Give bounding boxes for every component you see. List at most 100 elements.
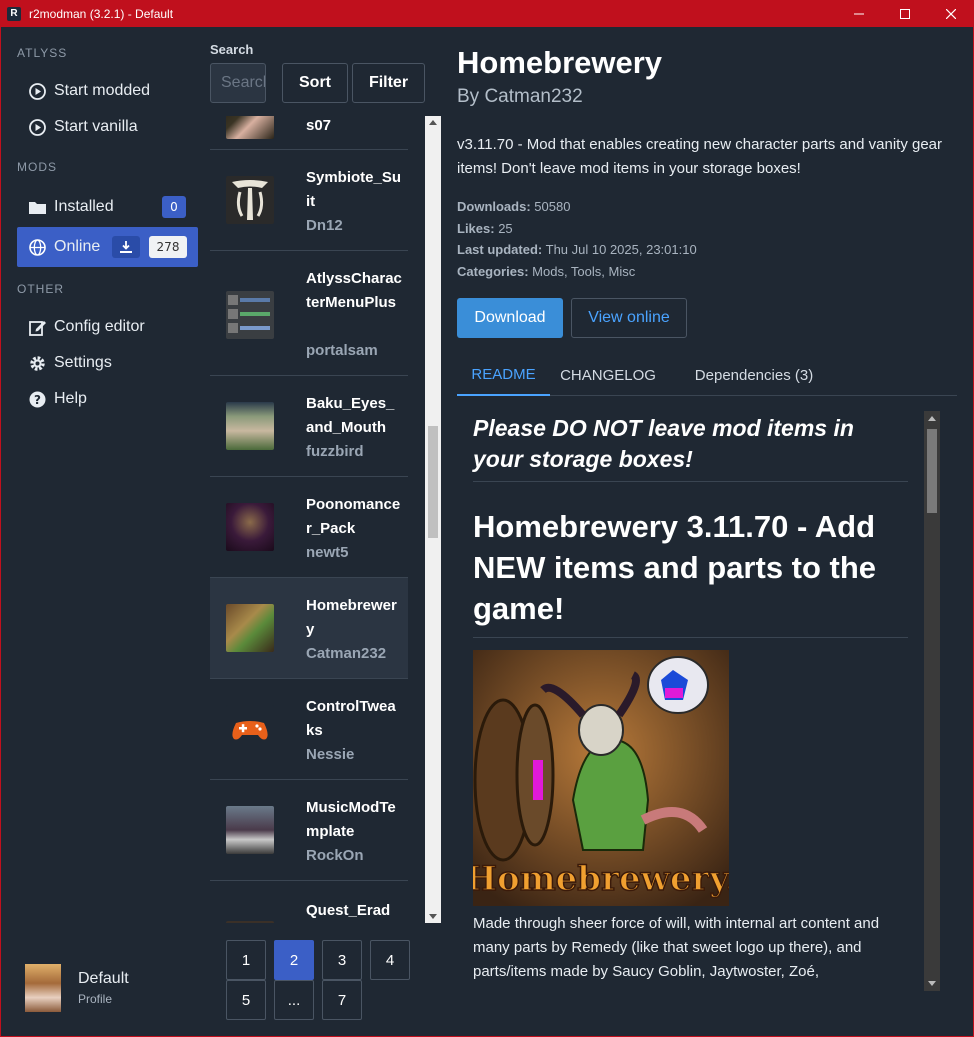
mod-list-item[interactable]: s07 (210, 116, 408, 150)
mod-list-item[interactable]: Baku_Eyes_and_Mouth fuzzbird (210, 376, 408, 477)
meta-value: Mods, Tools, Misc (532, 264, 636, 279)
mod-name: Homebrewery (306, 597, 397, 638)
maximize-button[interactable] (882, 0, 928, 27)
mod-list-item[interactable]: ControlTweaks Nessie (210, 679, 408, 780)
mod-author: RockOn (306, 847, 364, 864)
mod-thumbnail (226, 604, 274, 652)
scrollbar-thumb[interactable] (428, 426, 438, 538)
gear-icon (29, 355, 46, 372)
sidebar-item-start-vanilla[interactable]: Start vanilla (17, 107, 198, 147)
readme-content: Please DO NOT leave mod items in your st… (457, 405, 924, 995)
mod-list-scrollbar[interactable] (425, 116, 441, 923)
minimize-button[interactable] (836, 0, 882, 27)
edit-icon (29, 319, 46, 336)
sort-button[interactable]: Sort (282, 63, 348, 103)
mod-list-item-selected[interactable]: Homebrewery Catman232 (210, 578, 408, 679)
sidebar-item-label: Installed (54, 198, 114, 215)
sidebar-item-start-modded[interactable]: Start modded (17, 71, 198, 111)
download-button[interactable]: Download (457, 298, 563, 338)
tab-changelog[interactable]: CHANGELOG (553, 355, 663, 395)
readme-paragraph: Made through sheer force of will, with i… (473, 915, 880, 980)
meta-downloads: Downloads: 50580 (457, 199, 570, 214)
installed-count-badge: 0 (162, 196, 186, 218)
sidebar-item-label: Start modded (54, 82, 151, 99)
online-count-badge: 278 (149, 236, 187, 258)
scroll-up-arrow-icon[interactable] (928, 416, 936, 421)
app-icon: R (7, 6, 21, 21)
sidebar-item-label: Config editor (54, 318, 145, 335)
sidebar-item-label: Start vanilla (54, 118, 138, 135)
sidebar-item-help[interactable]: ? Help (17, 379, 198, 419)
mod-list-item[interactable]: Poonomancer_Pack newt5 (210, 477, 408, 578)
mod-thumbnail (226, 705, 274, 753)
readme-heading: Homebrewery 3.11.70 - Add NEW items and … (473, 506, 908, 638)
meta-label: Last updated: (457, 242, 543, 257)
mod-name: AtlyssCharacterMenuPlus (306, 270, 402, 311)
page-ellipsis[interactable]: ... (274, 980, 314, 1020)
mod-list-item[interactable]: MusicModTemplate RockOn (210, 780, 408, 881)
profile-avatar (25, 964, 61, 1012)
sidebar-item-config-editor[interactable]: Config editor (17, 307, 198, 347)
download-icon (112, 236, 140, 258)
tab-readme[interactable]: README (457, 355, 550, 396)
mod-list-item[interactable]: AtlyssCharacterMenuPlus portalsam (210, 251, 408, 376)
mod-author-byline: By Catman232 (457, 86, 583, 107)
page-button-2-current[interactable]: 2 (274, 940, 314, 980)
page-button-5[interactable]: 5 (226, 980, 266, 1020)
mod-thumbnail (226, 921, 274, 923)
mod-author: newt5 (306, 544, 349, 561)
mod-list: s07 Symbiote_Suit Dn12 AtlyssCharacterMe… (210, 116, 409, 923)
readme-logo-image: Homebrewery. (473, 650, 729, 906)
scroll-down-arrow-icon[interactable] (429, 914, 437, 919)
sidebar-item-settings[interactable]: Settings (17, 343, 198, 383)
mod-title: Homebrewery (457, 45, 663, 80)
mod-list-item[interactable]: Quest_Erad (210, 881, 408, 923)
meta-value: 25 (498, 221, 513, 236)
scrollbar-thumb[interactable] (927, 429, 937, 513)
page-button-4[interactable]: 4 (370, 940, 410, 980)
minimize-icon (854, 13, 864, 14)
logo-text: Homebrewery. (473, 859, 729, 899)
readme-notice: Please DO NOT leave mod items in your st… (473, 413, 908, 482)
mod-thumbnail (226, 176, 274, 224)
meta-likes: Likes: 25 (457, 221, 513, 236)
page-button-1[interactable]: 1 (226, 940, 266, 980)
profile-name: Default (78, 970, 129, 987)
page-button-7[interactable]: 7 (322, 980, 362, 1020)
mod-name: ControlTweaks (306, 698, 396, 739)
mod-name: Poonomancer_Pack (306, 496, 401, 537)
detail-tabs: README CHANGELOG Dependencies (3) (457, 355, 957, 396)
meta-value: Thu Jul 10 2025, 23:01:10 (545, 242, 697, 257)
mod-list-item[interactable]: Symbiote_Suit Dn12 (210, 150, 408, 251)
menu-preview-icon (228, 295, 270, 333)
readme-scrollbar[interactable] (924, 411, 940, 991)
search-input[interactable]: Search (210, 63, 266, 103)
scroll-up-arrow-icon[interactable] (429, 120, 437, 125)
meta-label: Downloads: (457, 199, 531, 214)
page-button-3[interactable]: 3 (322, 940, 362, 980)
globe-icon (29, 238, 46, 256)
section-label-game: ATLYSS (17, 46, 68, 60)
mod-author: Dn12 (306, 217, 343, 234)
meta-label: Categories: (457, 264, 529, 279)
mod-author: Catman232 (306, 645, 387, 662)
mod-description: v3.11.70 - Mod that enables creating new… (457, 136, 943, 177)
meta-value: 50580 (534, 199, 571, 214)
search-label: Search (210, 42, 254, 57)
close-button[interactable] (928, 0, 974, 27)
mod-author: portalsam (306, 342, 378, 359)
section-label-mods: MODS (17, 160, 57, 174)
mod-thumbnail (226, 806, 274, 854)
tab-dependencies[interactable]: Dependencies (3) (683, 355, 825, 395)
title-bar: R r2modman (3.2.1) - Default (0, 0, 974, 27)
profile-switcher[interactable]: Default Profile (25, 964, 129, 1012)
sidebar-item-label: Settings (54, 354, 112, 371)
mod-name: s07 (306, 117, 332, 134)
search-placeholder: Search (221, 74, 265, 91)
meta-last-updated: Last updated: Thu Jul 10 2025, 23:01:10 (457, 242, 697, 257)
scroll-down-arrow-icon[interactable] (928, 981, 936, 986)
play-circle-icon (29, 118, 46, 136)
mod-name: Symbiote_Suit (306, 169, 402, 210)
filter-button[interactable]: Filter (352, 63, 425, 103)
view-online-button[interactable]: View online (571, 298, 687, 338)
